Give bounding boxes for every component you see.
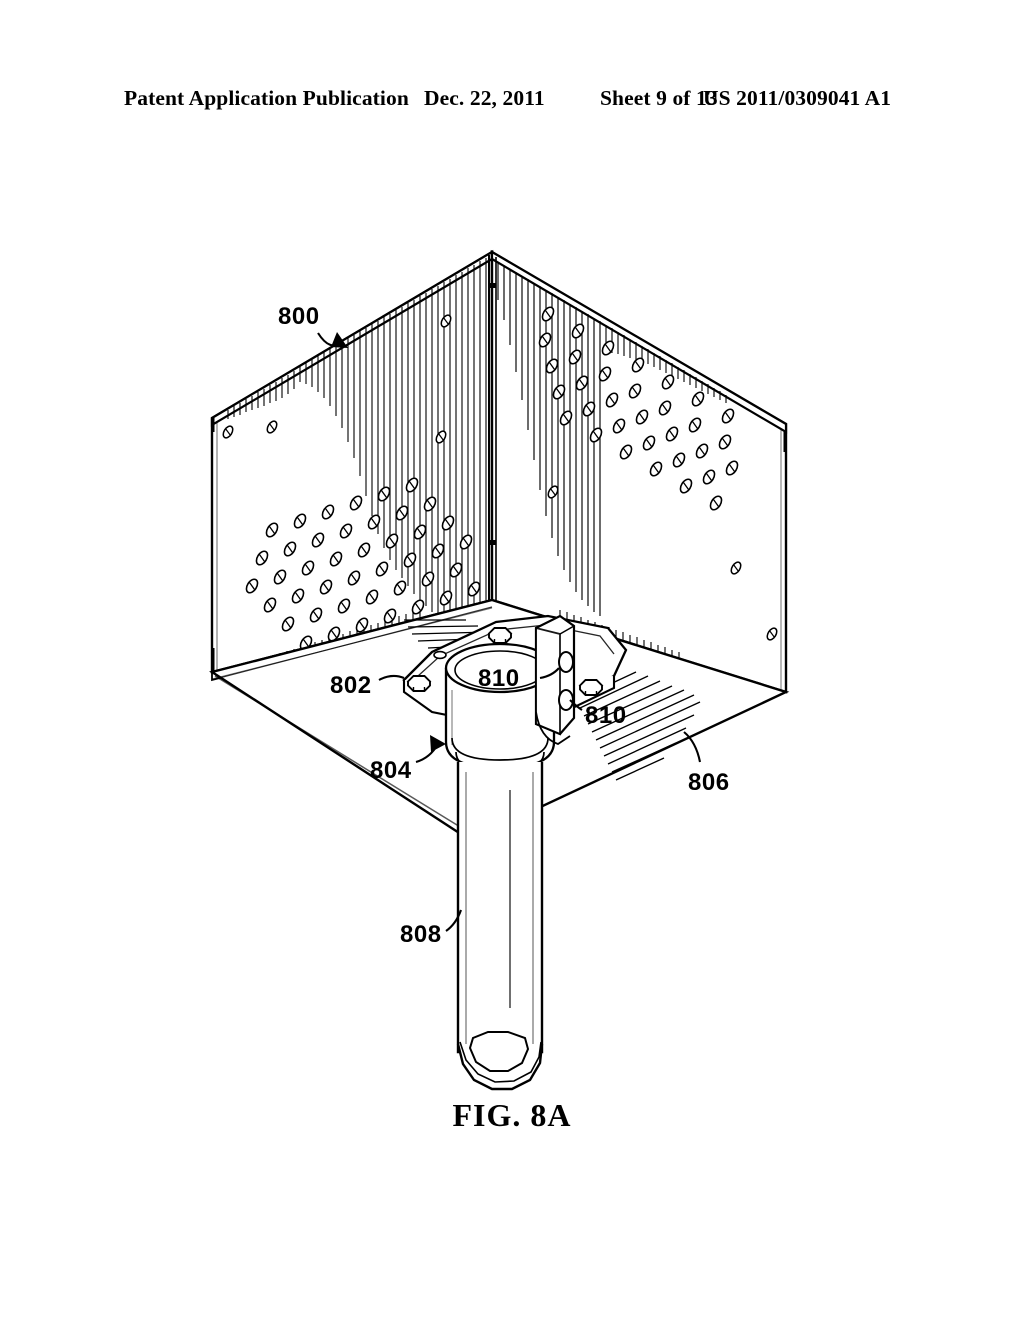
reference-numeral-806: 806 xyxy=(688,769,730,796)
support-tube xyxy=(456,762,544,1091)
reference-numeral-808: 808 xyxy=(400,921,442,948)
hex-bolt-top xyxy=(488,627,512,644)
reference-numeral-802: 802 xyxy=(330,672,372,699)
bracket-hole-upper xyxy=(558,651,574,673)
flange-stud-left-rear xyxy=(433,650,447,660)
figure-caption: FIG. 8A xyxy=(452,1097,572,1133)
hex-bolt-right xyxy=(579,679,603,696)
reference-numeral-800: 800 xyxy=(278,303,320,330)
patent-sheet-page: Patent Application Publication Dec. 22, … xyxy=(0,0,1024,1320)
reference-numeral-804: 804 xyxy=(370,757,412,784)
bracket-with-holes xyxy=(534,614,576,745)
hex-bolt-left xyxy=(407,675,431,692)
reference-numeral-810-upper: 810 xyxy=(478,665,520,692)
reference-numeral-810-lower: 810 xyxy=(585,702,627,729)
